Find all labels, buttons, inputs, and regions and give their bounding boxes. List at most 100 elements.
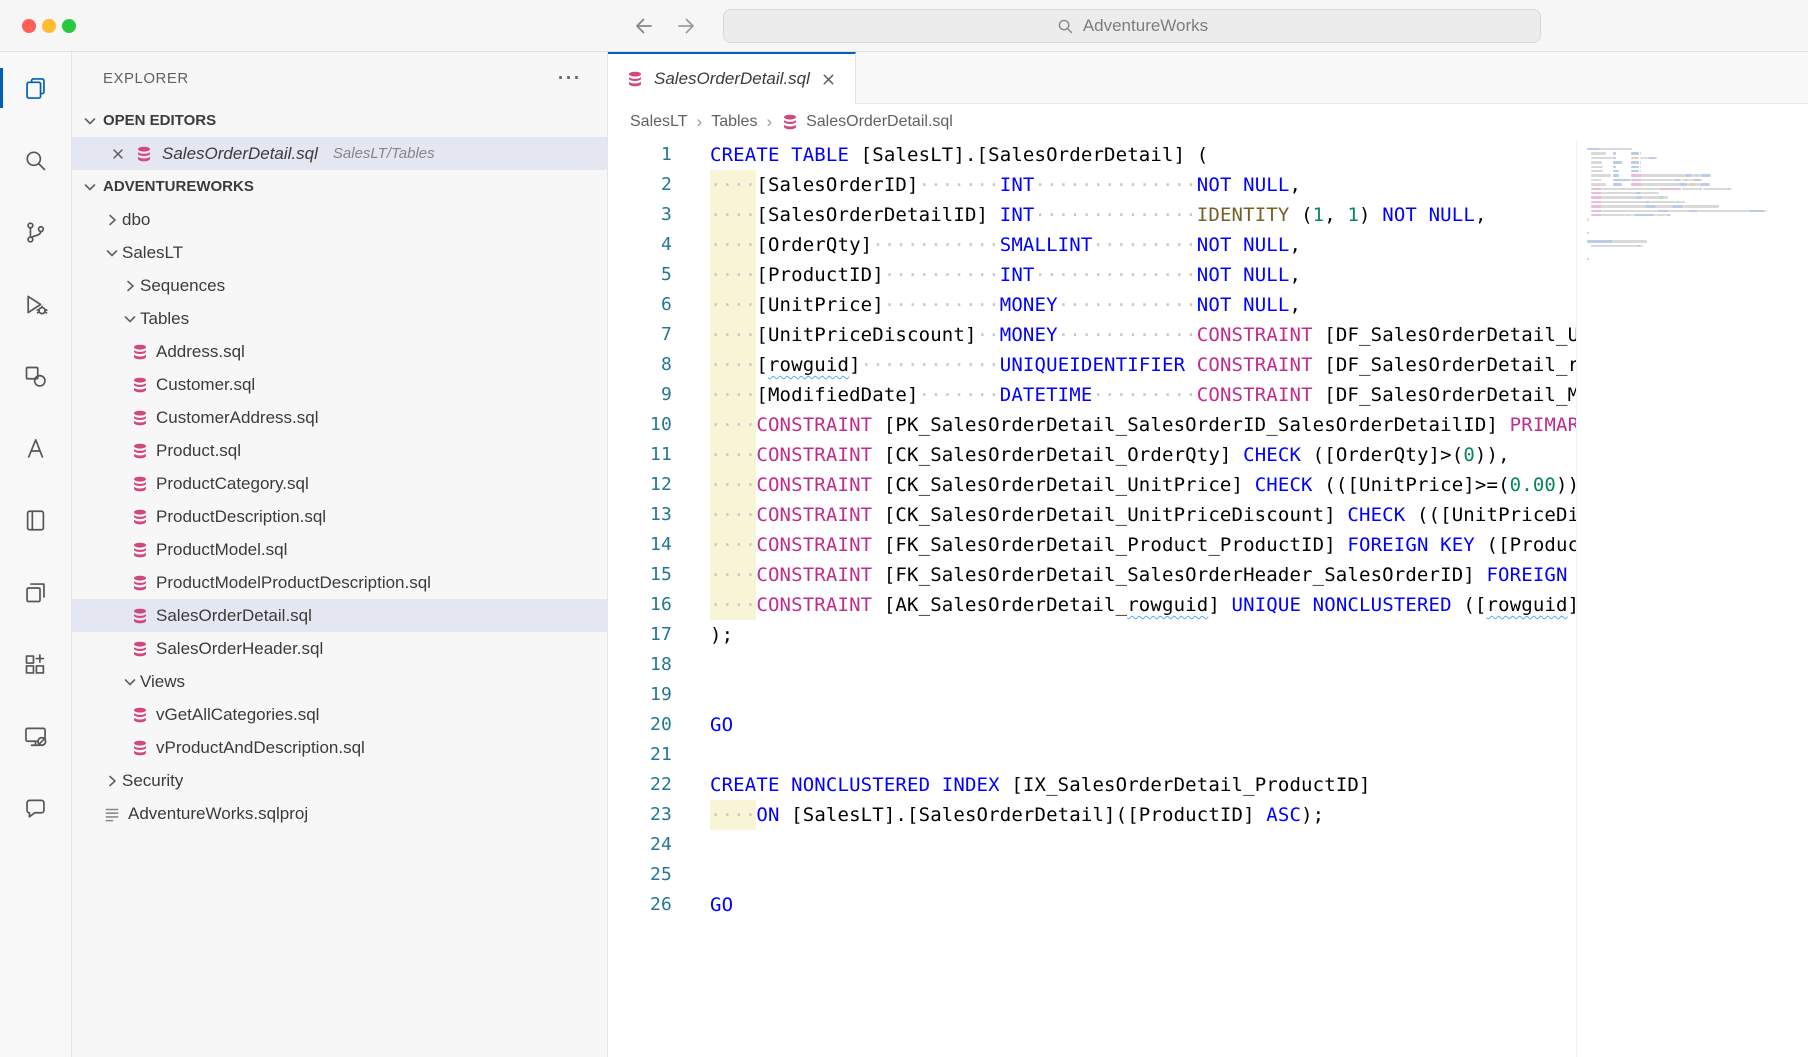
code-line-18[interactable]: 18	[608, 650, 1576, 680]
chevron-down-icon	[120, 311, 140, 327]
activity-item-azure[interactable]	[0, 412, 71, 484]
code-line-3[interactable]: 3····[SalesOrderDetailID] INT···········…	[608, 200, 1576, 230]
activity-item-pages[interactable]	[0, 556, 71, 628]
command-center[interactable]: AdventureWorks	[723, 9, 1541, 43]
tree-item-views[interactable]: Views	[72, 665, 607, 698]
code-line-9[interactable]: 9····[ModifiedDate]·······DATETIME······…	[608, 380, 1576, 410]
code-line-14[interactable]: 14····CONSTRAINT [FK_SalesOrderDetail_Pr…	[608, 530, 1576, 560]
minimap-mark	[1591, 152, 1606, 154]
code-line-25[interactable]: 25	[608, 860, 1576, 890]
close-icon	[110, 146, 126, 162]
minimap-mark	[1645, 205, 1657, 207]
forward-button[interactable]	[674, 14, 698, 38]
minimap-mark	[1587, 258, 1589, 260]
code-line-16[interactable]: 16····CONSTRAINT [AK_SalesOrderDetail_ro…	[608, 590, 1576, 620]
code-line-23[interactable]: 23····ON [SalesLT].[SalesOrderDetail]([P…	[608, 800, 1576, 830]
code-line-2[interactable]: 2····[SalesOrderID]·······INT···········…	[608, 170, 1576, 200]
tree-item-customeraddress-sql[interactable]: CustomerAddress.sql	[72, 401, 607, 434]
open-editor-item[interactable]: SalesOrderDetail.sql SalesLT/Tables	[72, 137, 607, 170]
minimap-mark	[1587, 148, 1600, 150]
tree-item-product-sql[interactable]: Product.sql	[72, 434, 607, 467]
tree-item-saleslt[interactable]: SalesLT	[72, 236, 607, 269]
chevron-down-icon	[82, 113, 98, 129]
tree-item-tables[interactable]: Tables	[72, 302, 607, 335]
more-actions-button[interactable]: ⋯	[551, 66, 588, 90]
database-file-icon	[626, 70, 644, 88]
close-tab-button[interactable]	[820, 71, 837, 88]
code-line-22[interactable]: 22CREATE NONCLUSTERED INDEX [IX_SalesOrd…	[608, 770, 1576, 800]
tree-item-security[interactable]: Security	[72, 764, 607, 797]
code-area[interactable]: 1CREATE TABLE [SalesLT].[SalesOrderDetai…	[608, 140, 1576, 1057]
zoom-window-button[interactable]	[62, 19, 76, 33]
breadcrumb-item-schema[interactable]: SalesLT	[630, 113, 688, 131]
activity-item-run-and-debug[interactable]	[0, 268, 71, 340]
code-line-12[interactable]: 12····CONSTRAINT [CK_SalesOrderDetail_Un…	[608, 470, 1576, 500]
minimap-mark	[1593, 245, 1637, 247]
code-line-24[interactable]: 24	[608, 830, 1576, 860]
tree-item-customer-sql[interactable]: Customer.sql	[72, 368, 607, 401]
tab-salesorderdetail-sql[interactable]: SalesOrderDetail.sql	[608, 52, 856, 104]
code-line-10[interactable]: 10····CONSTRAINT [PK_SalesOrderDetail_Sa…	[608, 410, 1576, 440]
code-line-21[interactable]: 21	[608, 740, 1576, 770]
minimap[interactable]	[1576, 140, 1808, 1057]
activity-item-comment[interactable]	[0, 772, 71, 844]
activity-item-source-control[interactable]	[0, 196, 71, 268]
code-line-7[interactable]: 7····[UnitPriceDiscount]··MONEY·········…	[608, 320, 1576, 350]
line-number: 21	[608, 740, 672, 770]
tree-item-address-sql[interactable]: Address.sql	[72, 335, 607, 368]
database-file-icon	[130, 706, 150, 724]
tree-item-vproductanddescription-sql[interactable]: vProductAndDescription.sql	[72, 731, 607, 764]
code-line-4[interactable]: 4····[OrderQty]···········SMALLINT······…	[608, 230, 1576, 260]
line-number: 2	[608, 170, 672, 200]
tree-item-label: Customer.sql	[156, 375, 255, 395]
tree-item-productcategory-sql[interactable]: ProductCategory.sql	[72, 467, 607, 500]
open-editors-label: OPEN EDITORS	[103, 112, 216, 129]
code-line-8[interactable]: 8····[rowguid]············UNIQUEIDENTIFI…	[608, 350, 1576, 380]
minimize-window-button[interactable]	[42, 19, 56, 33]
code-line-19[interactable]: 19	[608, 680, 1576, 710]
minimap-mark	[1613, 166, 1616, 168]
minimap-mark	[1587, 232, 1589, 234]
close-window-button[interactable]	[22, 19, 36, 33]
activity-item-object-explorer[interactable]	[0, 340, 71, 412]
activity-item-remote-explorer[interactable]	[0, 700, 71, 772]
tree-item-productmodel-sql[interactable]: ProductModel.sql	[72, 533, 607, 566]
activity-item-extensions[interactable]	[0, 628, 71, 700]
code-line-5[interactable]: 5····[ProductID]··········INT···········…	[608, 260, 1576, 290]
tree-item-productdescription-sql[interactable]: ProductDescription.sql	[72, 500, 607, 533]
tree-item-label: SalesOrderDetail.sql	[156, 606, 312, 626]
breadcrumb-item-folder[interactable]: Tables	[711, 113, 757, 131]
activity-item-files[interactable]	[0, 52, 71, 124]
project-section-header[interactable]: ADVENTUREWORKS	[72, 170, 607, 203]
code-line-13[interactable]: 13····CONSTRAINT [CK_SalesOrderDetail_Un…	[608, 500, 1576, 530]
tree-item-dbo[interactable]: dbo	[72, 203, 607, 236]
minimap-mark	[1613, 157, 1616, 159]
close-editor-button[interactable]	[110, 146, 126, 162]
tree-item-salesorderdetail-sql[interactable]: SalesOrderDetail.sql	[72, 599, 607, 632]
open-editors-header[interactable]: OPEN EDITORS	[72, 104, 607, 137]
code-line-6[interactable]: 6····[UnitPrice]··········MONEY·········…	[608, 290, 1576, 320]
activity-item-search[interactable]	[0, 124, 71, 196]
code-line-17[interactable]: 17);	[608, 620, 1576, 650]
line-number: 23	[608, 800, 672, 830]
code-line-26[interactable]: 26GO	[608, 890, 1576, 920]
code-line-20[interactable]: 20GO	[608, 710, 1576, 740]
code-line-1[interactable]: 1CREATE TABLE [SalesLT].[SalesOrderDetai…	[608, 140, 1576, 170]
code-text	[672, 680, 710, 710]
minimap-mark	[1635, 192, 1640, 194]
activity-bar	[0, 52, 72, 1057]
breadcrumb-item-file[interactable]: SalesOrderDetail.sql	[781, 113, 953, 131]
back-button[interactable]	[632, 14, 656, 38]
minimap-mark	[1700, 183, 1708, 185]
explorer-sidebar: EXPLORER ⋯ OPEN EDITORS SalesOrderDetail…	[72, 52, 608, 1057]
minimap-mark	[1659, 188, 1681, 190]
tree-item-productmodelproductdescription-sql[interactable]: ProductModelProductDescription.sql	[72, 566, 607, 599]
code-line-11[interactable]: 11····CONSTRAINT [CK_SalesOrderDetail_Or…	[608, 440, 1576, 470]
code-text: ····[rowguid]············UNIQUEIDENTIFIE…	[672, 350, 1576, 380]
tree-item-salesorderheader-sql[interactable]: SalesOrderHeader.sql	[72, 632, 607, 665]
activity-item-notebook[interactable]	[0, 484, 71, 556]
tree-item-adventureworks-sqlproj[interactable]: AdventureWorks.sqlproj	[72, 797, 607, 830]
tree-item-vgetallcategories-sql[interactable]: vGetAllCategories.sql	[72, 698, 607, 731]
code-line-15[interactable]: 15····CONSTRAINT [FK_SalesOrderDetail_Sa…	[608, 560, 1576, 590]
tree-item-sequences[interactable]: Sequences	[72, 269, 607, 302]
